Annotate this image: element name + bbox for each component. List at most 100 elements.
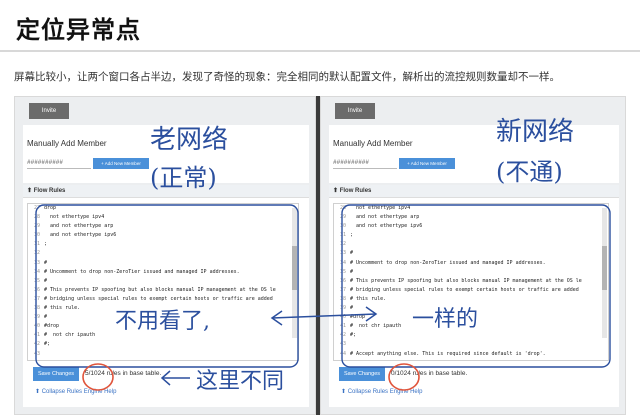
code-line: 32 — [28, 249, 298, 258]
code-line: 32 — [334, 240, 608, 249]
flow-rules-title: Flow Rules — [339, 188, 372, 194]
manual-add-panel: Manually Add Member ########## + Add New… — [23, 125, 309, 183]
line-text: # — [44, 314, 48, 321]
code-lines: 27 drop 28 not ethertype ipv4 29 and not et… — [28, 204, 298, 361]
code-lines: 28 not ethertype ipv4 29 and not ethertyp… — [334, 204, 608, 361]
description: 屏幕比较小，让两个窗口各占半边，发现了奇怪的现象：完全相同的默认配置文件，解析出… — [14, 71, 560, 83]
code-line: 29 and not ethertype arp — [28, 222, 298, 231]
code-line: 39 # — [28, 313, 298, 322]
collapse-arrow-icon: ⬆ — [35, 389, 41, 395]
scrollbar-thumb[interactable] — [602, 246, 607, 290]
line-number: 36 — [33, 286, 40, 293]
add-member-button[interactable]: + Add New Member — [93, 158, 149, 169]
collapse-help-label: Collapse Rules Engine Help — [347, 389, 423, 395]
rules-count: 5/1024 rules in base table. — [85, 370, 162, 377]
arrow-up-icon: ⬆ — [333, 188, 339, 194]
line-number: 35 — [33, 277, 40, 284]
code-line: 43 — [334, 340, 608, 349]
line-number: 41 — [339, 323, 346, 330]
code-line: 40 #drop — [28, 322, 298, 331]
code-line: 36 # This prevents IP spoofing but also b… — [28, 286, 298, 295]
line-text: and not ethertype arp — [350, 214, 420, 221]
rules-editor[interactable]: 28 not ethertype ipv4 29 and not ethertyp… — [333, 203, 609, 361]
line-text: # This prevents IP spoofing but also blo… — [350, 277, 582, 284]
flow-rules-panel: ⬆ Flow Rules 27 drop 28 not ethertype ipv4… — [23, 185, 309, 407]
line-text: # Uncomment to drop non-ZeroTier issued … — [44, 268, 240, 275]
line-number: 44 — [339, 350, 346, 357]
rules-editor[interactable]: 27 drop 28 not ethertype ipv4 29 and not et… — [27, 203, 299, 361]
code-line: 41 # not chr ipauth — [28, 331, 298, 340]
line-text: # This prevents IP spoofing but also blo… — [44, 286, 276, 293]
invite-tab[interactable]: Invite — [335, 103, 375, 119]
line-text: #drop — [44, 323, 60, 330]
line-number: 31 — [33, 241, 40, 248]
collapse-help-link[interactable]: ⬆ Collapse Rules Engine Help — [35, 388, 116, 395]
line-number: 32 — [33, 250, 40, 257]
line-text: ; — [350, 232, 354, 239]
line-number: 40 — [339, 314, 346, 321]
line-number: 29 — [339, 214, 346, 221]
code-line: 31; — [28, 240, 298, 249]
line-number: 30 — [33, 232, 40, 239]
line-number: 42 — [33, 341, 40, 348]
page-title: 定位异常点 — [16, 16, 141, 44]
line-text: drop — [44, 205, 57, 211]
line-number: 41 — [33, 332, 40, 339]
line-text: #; — [44, 341, 51, 348]
member-id-field[interactable]: ########## — [27, 157, 91, 169]
line-number: 45 — [334, 359, 346, 361]
code-line: 42 #; — [334, 331, 608, 340]
line-number: 37 — [339, 286, 346, 293]
flow-rules-header[interactable]: ⬆ Flow Rules — [329, 185, 619, 198]
line-text: # — [350, 305, 354, 312]
manual-add-label: Manually Add Member — [333, 139, 413, 148]
line-number: 33 — [339, 250, 346, 257]
line-number: 42 — [339, 332, 346, 339]
member-id-field[interactable]: ########## — [333, 157, 397, 169]
line-text: # bridging unless special rules to exemp… — [350, 286, 579, 293]
editor-scrollbar[interactable] — [602, 208, 607, 338]
line-number: 34 — [33, 268, 40, 275]
flow-rules-title: Flow Rules — [33, 188, 66, 194]
flow-rules-panel: ⬆ Flow Rules 28 not ethertype ipv4 29 and… — [329, 185, 619, 407]
right-window-screenshot: Invite Manually Add Member ########## + … — [320, 96, 626, 415]
line-text: # bridging unless special rules to exemp… — [44, 295, 273, 302]
line-text: # Accept anything else. This is required… — [44, 359, 240, 361]
code-line: 30 and not ethertype ipv6 — [28, 231, 298, 240]
code-line: 27 drop — [28, 204, 298, 213]
add-member-button[interactable]: + Add New Member — [399, 158, 455, 169]
title-underline — [0, 50, 640, 52]
line-number: 43 — [339, 341, 346, 348]
code-line: 34 # Uncomment to drop non-ZeroTier issue… — [334, 259, 608, 268]
rules-count: 0/1024 rules in base table. — [391, 370, 468, 377]
line-number: 36 — [339, 277, 346, 284]
flow-rules-header[interactable]: ⬆ Flow Rules — [23, 185, 309, 198]
line-text: not ethertype ipv4 — [44, 214, 105, 221]
line-text: # not chr ipauth — [44, 332, 96, 339]
code-line: 43 — [28, 350, 298, 359]
code-line: 28 not ethertype ipv4 — [334, 204, 608, 213]
code-line: 33 # — [28, 259, 298, 268]
line-number: 38 — [33, 305, 40, 312]
code-line: 33 # — [334, 249, 608, 258]
line-number: 35 — [339, 268, 346, 275]
code-line: 38 # this rule. — [28, 304, 298, 313]
code-line: 31; — [334, 231, 608, 240]
line-number: 27 — [33, 205, 40, 211]
collapse-help-link[interactable]: ⬆ Collapse Rules Engine Help — [341, 388, 422, 395]
code-line: 36 # This prevents IP spoofing but also b… — [334, 277, 608, 286]
invite-tab[interactable]: Invite — [29, 103, 69, 119]
scrollbar-thumb[interactable] — [292, 246, 297, 290]
save-changes-button[interactable]: Save Changes — [339, 367, 385, 381]
collapse-arrow-icon: ⬆ — [341, 389, 347, 395]
code-line: 28 not ethertype ipv4 — [28, 213, 298, 222]
line-number: 38 — [339, 295, 346, 302]
editor-scrollbar[interactable] — [292, 208, 297, 338]
manual-add-label: Manually Add Member — [27, 139, 107, 148]
code-line: 41 # not chr ipauth — [334, 322, 608, 331]
line-number: 39 — [33, 314, 40, 321]
save-changes-button[interactable]: Save Changes — [33, 367, 79, 381]
line-number: 31 — [339, 232, 346, 239]
line-text: not ethertype ipv4 — [350, 205, 411, 211]
line-text: ; — [44, 241, 48, 248]
